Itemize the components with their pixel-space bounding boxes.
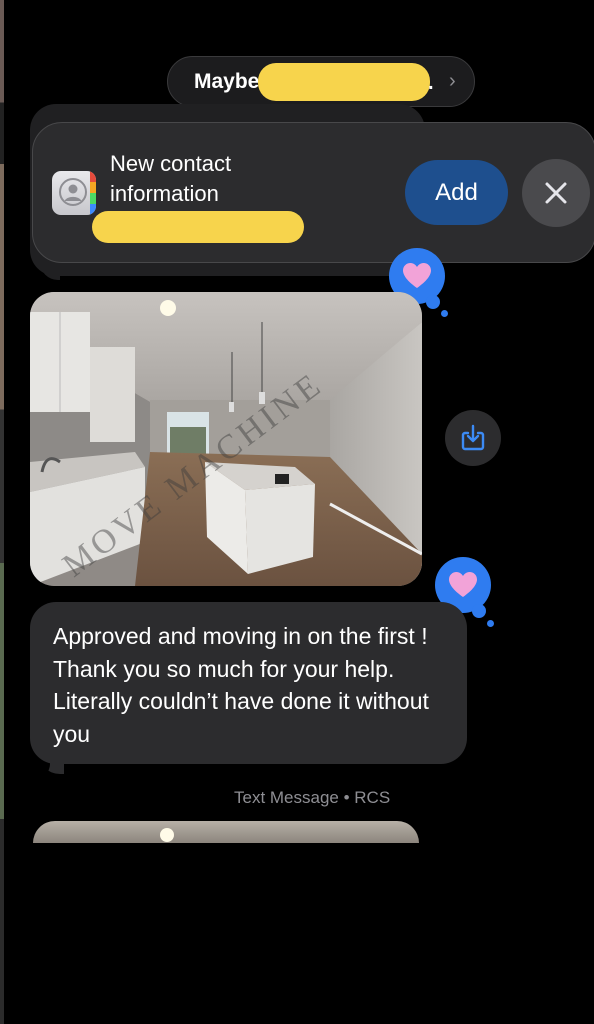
- reaction-tail-dot: [441, 310, 448, 317]
- banner-redaction: [92, 211, 304, 243]
- name-redaction: [258, 63, 430, 101]
- service-label: Text Message • RCS: [234, 788, 391, 807]
- contacts-app-icon: [52, 171, 96, 215]
- messages-screen: Maybe . › New contact information Add MO…: [0, 0, 594, 1024]
- save-photo-button[interactable]: [445, 410, 501, 466]
- banner-title: New contact information: [110, 151, 232, 206]
- heart-icon: [403, 263, 431, 288]
- chevron-right-icon[interactable]: ›: [449, 70, 456, 93]
- save-to-files-icon: [461, 424, 485, 451]
- heart-icon: [449, 572, 477, 597]
- reaction-tail-dot: [487, 620, 494, 627]
- screen-edge: [0, 0, 4, 1024]
- message-bubble[interactable]: Approved and moving in on the first ! Th…: [30, 602, 467, 764]
- contact-name-suffix: .: [428, 72, 434, 94]
- close-icon: [545, 182, 567, 204]
- message-text: Approved and moving in on the first ! Th…: [53, 623, 429, 747]
- add-contact-button[interactable]: Add: [405, 160, 508, 225]
- reaction-tail-dot: [426, 295, 440, 309]
- contact-name: Maybe: [194, 69, 260, 93]
- next-photo[interactable]: [33, 821, 419, 843]
- close-banner-button[interactable]: [522, 159, 590, 227]
- reaction-tail-dot: [472, 604, 486, 618]
